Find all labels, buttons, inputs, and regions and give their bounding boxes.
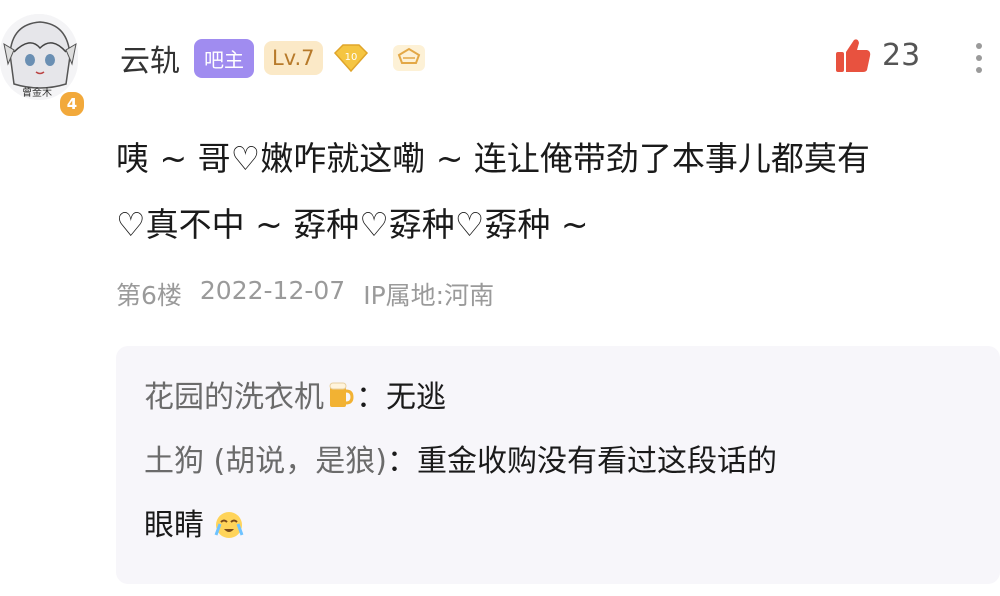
post-header: 云轨 吧主 Lv.7 10 — [120, 36, 429, 80]
reply-list: 花园的洗衣机 ：无逃 土狗 (胡说，是狼)：重金收购没有看过这段话的 眼睛 — [116, 346, 1000, 584]
avatar-container[interactable]: 曾金木 4 — [0, 14, 86, 118]
more-options-icon[interactable] — [972, 38, 986, 78]
post-card: 曾金木 4 云轨 吧主 Lv.7 10 23 咦 ~ 哥♡嫩咋就这嘞 ~ 连让俺… — [0, 0, 1000, 596]
beer-icon — [329, 382, 354, 407]
gem-level: 10 — [344, 52, 357, 63]
reply-username[interactable]: 花园的洗衣机 — [144, 380, 324, 415]
reply-item[interactable]: 土狗 (胡说，是狼)：重金收购没有看过这段话的 眼睛 — [144, 430, 964, 558]
like-button[interactable]: 23 — [832, 34, 920, 76]
avatar-level-badge: 4 — [58, 90, 86, 118]
level-tag: Lv.7 — [264, 41, 323, 75]
admin-tag: 吧主 — [194, 38, 254, 78]
post-date: 2022-12-07 — [199, 276, 346, 305]
reply-item[interactable]: 花园的洗衣机 ：无逃 — [144, 366, 446, 430]
crying-face-icon — [214, 512, 244, 538]
reply-text: 重金收购没有看过这段话的 — [416, 444, 777, 479]
post-content: 咦 ~ 哥♡嫩咋就这嘞 ~ 连让俺带劲了本事儿都莫有 ♡真不中 ~ 孬种♡孬种♡… — [116, 126, 996, 258]
reply-separator: ： — [386, 444, 417, 479]
gem-icon: 10 — [333, 44, 368, 73]
reply-username[interactable]: 土狗 (胡说，是狼) — [144, 444, 387, 479]
content-line: 咦 ~ 哥♡嫩咋就这嘞 ~ 连让俺带劲了本事儿都莫有 — [116, 139, 870, 178]
post-meta: 第6楼 2022-12-07 IP属地:河南 — [116, 276, 512, 312]
ip-location: IP属地:河南 — [363, 281, 495, 310]
thumbs-up-icon — [836, 39, 871, 72]
avatar-caption: 曾金木 — [22, 86, 52, 99]
content-line: ♡真不中 ~ 孬种♡孬种♡孬种 ~ — [116, 205, 589, 244]
like-count: 23 — [882, 37, 921, 73]
username[interactable]: 云轨 — [120, 36, 180, 80]
anime-avatar-image: 曾金木 — [0, 14, 78, 100]
avatar[interactable]: 曾金木 — [0, 14, 78, 100]
crown-badge-icon — [392, 45, 425, 71]
floor-number: 第6楼 — [116, 281, 182, 310]
reply-separator: ： — [356, 380, 386, 415]
reply-text: 无逃 — [386, 380, 446, 415]
reply-text: 眼睛 — [144, 508, 204, 543]
